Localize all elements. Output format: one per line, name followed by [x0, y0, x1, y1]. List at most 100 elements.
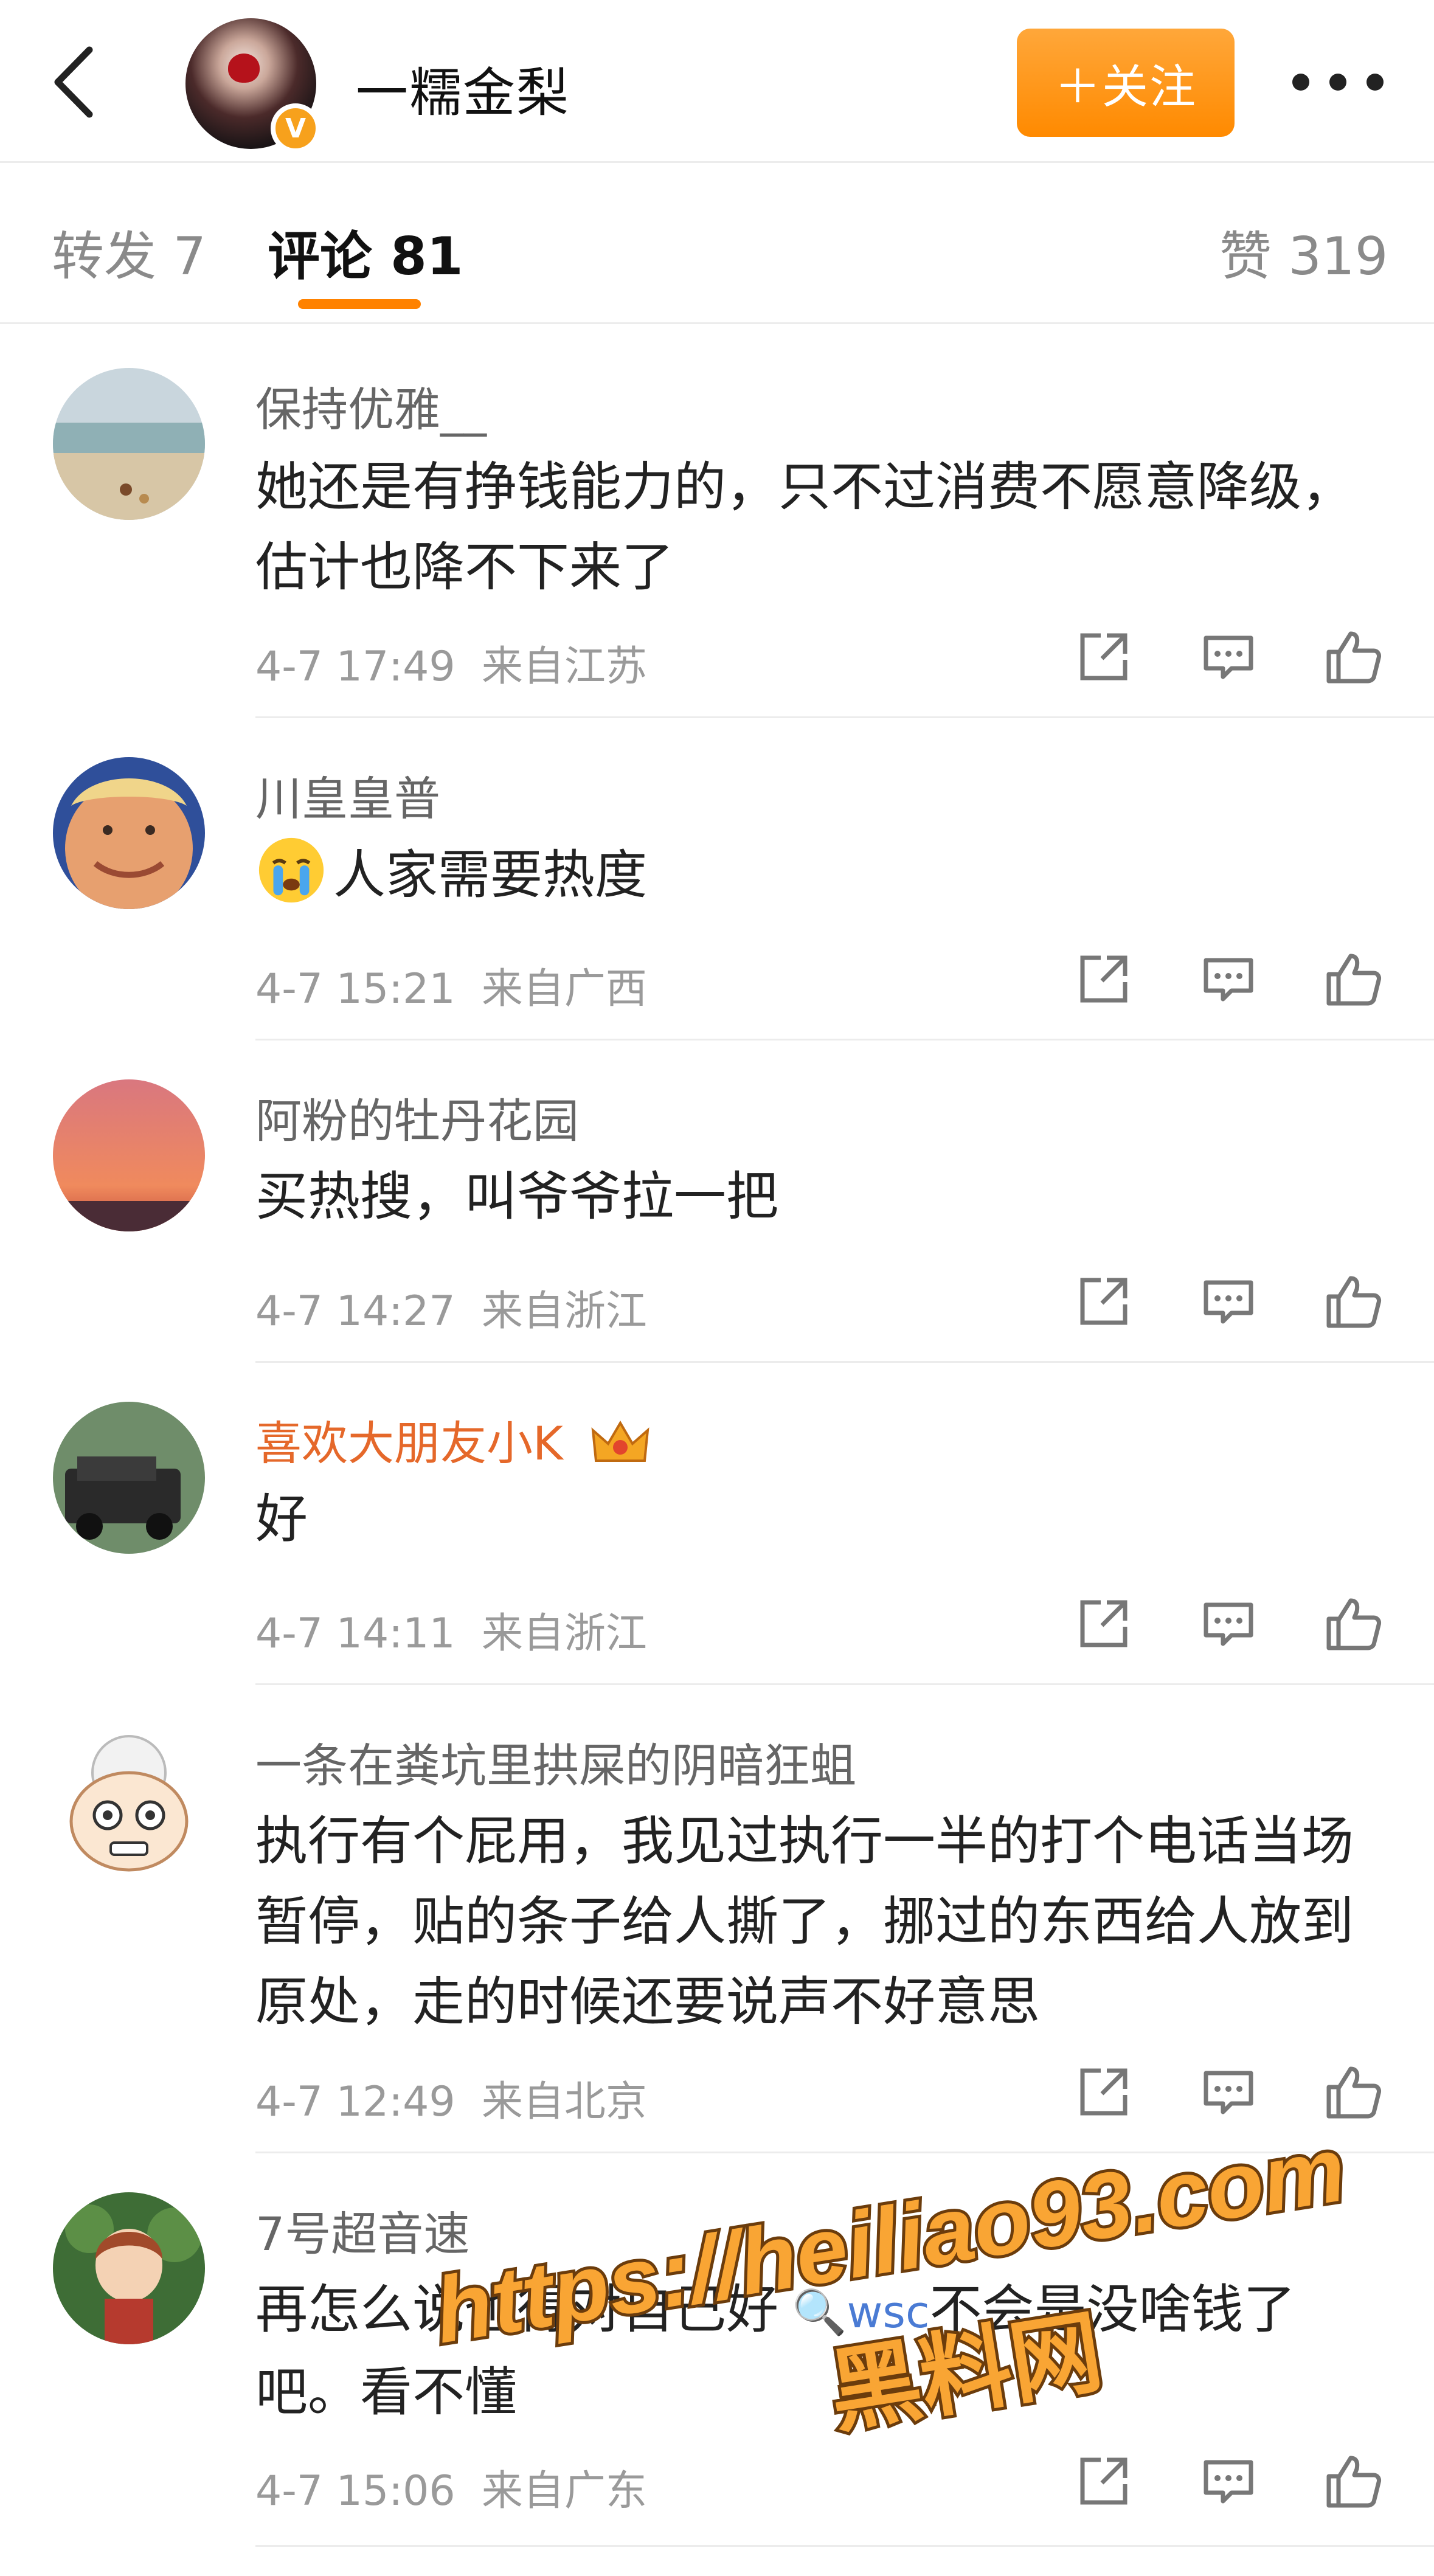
comment-location: 来自广西 [481, 965, 647, 1013]
avatar[interactable] [53, 2192, 205, 2344]
share-button[interactable] [1070, 1590, 1137, 1657]
tab-reposts[interactable]: 转发 7 [52, 213, 206, 289]
comment-divider [255, 1039, 1434, 1040]
share-button[interactable] [1070, 2058, 1137, 2125]
like-button[interactable] [1320, 946, 1387, 1013]
comment-meta: 4-7 15:21 来自广西 [255, 955, 647, 1015]
follow-button[interactable]: ＋关注 [1017, 29, 1235, 137]
tab-likes[interactable]: 赞 319 [1219, 213, 1388, 289]
comment-text-body: 人家需要热度 [333, 845, 647, 905]
crown-icon [591, 1421, 649, 1462]
comment-text: 买热搜，叫爷爷拉一把 [255, 1166, 778, 1227]
post-header: V 一糯金梨 ＋关注 [0, 0, 1434, 163]
avatar[interactable] [53, 1402, 205, 1554]
reply-button[interactable] [1195, 1268, 1262, 1335]
share-icon [1080, 1278, 1127, 1325]
reply-button[interactable] [1195, 2448, 1262, 2515]
active-tab-indicator [298, 299, 421, 309]
comment-time: 4-7 17:49 [255, 643, 455, 691]
more-dot [1366, 74, 1384, 91]
avatar-rose [228, 54, 260, 83]
reply-button[interactable] [1195, 1590, 1262, 1657]
comment-divider [255, 2545, 1434, 2547]
like-button[interactable] [1320, 623, 1387, 690]
share-icon [1080, 633, 1127, 680]
comment-username-text: 喜欢大朋友小K [255, 1416, 563, 1470]
comment-divider [255, 1683, 1434, 1685]
like-button[interactable] [1320, 2448, 1387, 2515]
tab-bar: 转发 7 评论 81 赞 319 [0, 165, 1434, 324]
comment-meta: 4-7 12:49 来自北京 [255, 2068, 647, 2128]
thumbs-up-icon [1326, 2456, 1381, 2508]
comment-text: 执行有个屁用，我见过执行一半的打个电话当场暂停，贴的条子给人撕了，挪过的东西给人… [255, 1811, 1354, 2032]
comment-meta: 4-7 14:11 来自浙江 [255, 1599, 647, 1660]
comment-actions [1070, 2448, 1387, 2515]
thumbs-up-icon [1326, 631, 1381, 684]
sunset-avatar-image [53, 1079, 205, 1231]
comment-meta: 4-7 14:27 来自浙江 [255, 1277, 647, 1337]
share-icon [1080, 1600, 1127, 1647]
avatar[interactable] [53, 757, 205, 909]
comment-time: 4-7 15:06 [255, 2467, 455, 2515]
verified-badge: V [271, 103, 320, 153]
more-button[interactable] [1292, 58, 1384, 106]
comment-username[interactable]: 喜欢大朋友小K [255, 1406, 651, 1473]
reply-button[interactable] [1195, 946, 1262, 1013]
comment-username[interactable]: 川皇皇普 [255, 761, 440, 828]
comment-icon [1204, 2460, 1253, 2504]
comment-text: 好 [255, 1489, 308, 1549]
comment-text: 人家需要热度 [255, 834, 1368, 915]
comment-time: 4-7 15:21 [255, 965, 455, 1013]
chevron-left-icon [54, 46, 93, 118]
reply-button[interactable] [1195, 623, 1262, 690]
comment-location: 来自北京 [481, 2078, 647, 2126]
share-button[interactable] [1070, 946, 1137, 1013]
more-dot [1292, 74, 1309, 91]
comment-divider [255, 1361, 1434, 1363]
comment-icon [1204, 635, 1253, 679]
avatar[interactable] [53, 1724, 205, 1876]
comment-username[interactable]: 保持优雅__ [255, 372, 487, 439]
author-avatar[interactable]: V [185, 18, 320, 153]
comment-time: 4-7 14:11 [255, 1610, 455, 1658]
comment-meta: 4-7 17:49 来自江苏 [255, 632, 647, 693]
author-name[interactable]: 一糯金梨 [356, 50, 570, 126]
like-button[interactable] [1320, 1268, 1387, 1335]
car-avatar-image [53, 1402, 205, 1554]
face-avatar-image [53, 757, 205, 909]
thumbs-up-icon [1326, 1276, 1381, 1328]
comment-meta: 4-7 15:06 来自广东 [255, 2457, 647, 2517]
comment-time: 4-7 12:49 [255, 2078, 455, 2126]
share-button[interactable] [1070, 1268, 1137, 1335]
comment-icon [1204, 1602, 1253, 1646]
comment-location: 来自浙江 [481, 1287, 647, 1335]
sheep-avatar-image [53, 1724, 205, 1876]
comment-actions [1070, 623, 1387, 690]
comment-actions [1070, 1590, 1387, 1657]
thumbs-up-icon [1326, 954, 1381, 1006]
like-button[interactable] [1320, 1590, 1387, 1657]
more-dot [1329, 74, 1346, 91]
tab-comments[interactable]: 评论 81 [268, 213, 463, 289]
share-button[interactable] [1070, 623, 1137, 690]
comment-username[interactable]: 阿粉的牡丹花园 [255, 1084, 579, 1151]
share-button[interactable] [1070, 2448, 1137, 2515]
avatar[interactable] [53, 1079, 205, 1231]
share-icon [1080, 955, 1127, 1003]
comment-username[interactable]: 一条在粪坑里拱屎的阴暗狂蛆 [255, 1728, 856, 1795]
avatar[interactable] [53, 368, 205, 520]
comment-icon [1204, 958, 1253, 1002]
anime-avatar-image [53, 2192, 205, 2344]
comment-location: 来自浙江 [481, 1610, 647, 1658]
back-button[interactable] [38, 43, 111, 122]
comment-actions [1070, 1268, 1387, 1335]
comment-icon [1204, 1280, 1253, 1324]
comment-location: 来自江苏 [481, 643, 647, 691]
beach-avatar-image [53, 368, 205, 520]
comment-actions [1070, 946, 1387, 1013]
comment-divider [255, 716, 1434, 718]
crying-face-icon [258, 837, 324, 903]
share-icon [1080, 2457, 1127, 2505]
comment-text: 她还是有挣钱能力的，只不过消费不愿意降级，估计也降不下来了 [255, 457, 1354, 598]
share-icon [1080, 2068, 1127, 2116]
